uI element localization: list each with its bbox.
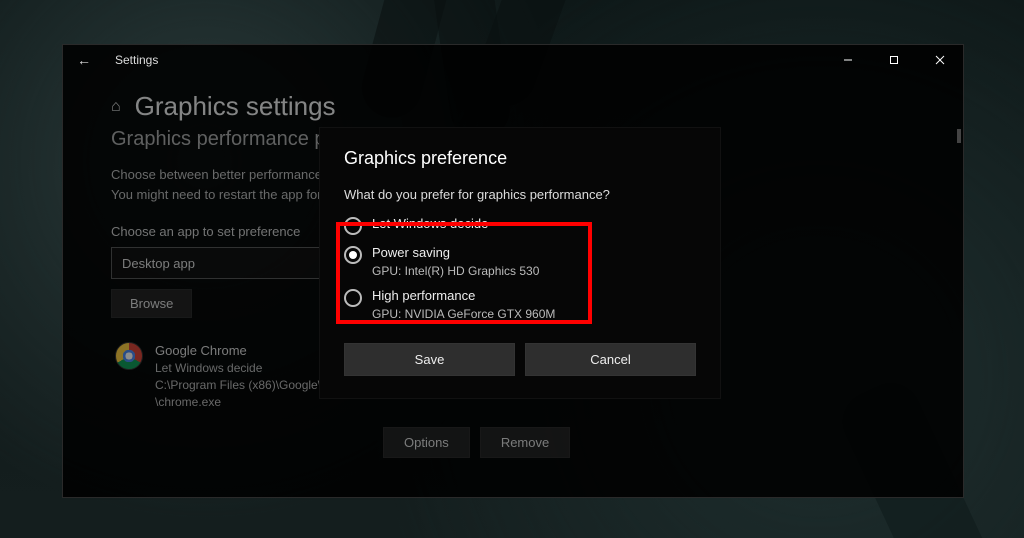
back-button[interactable]: ← [77,52,91,68]
radio-indicator [344,217,362,235]
radio-sublabel: GPU: NVIDIA GeForce GTX 960M [372,307,555,321]
browse-button[interactable]: Browse [111,289,192,318]
chrome-icon [115,342,143,370]
cancel-button[interactable]: Cancel [525,343,696,376]
app-pref: Let Windows decide [155,360,321,377]
app-path: \chrome.exe [155,394,321,411]
radio-label: Let Windows decide [372,216,488,233]
radio-sublabel: GPU: Intel(R) HD Graphics 530 [372,264,539,278]
radio-label: High performance [372,288,555,305]
window-title: Settings [115,53,158,67]
scrollbar[interactable] [957,129,961,329]
radio-let-windows-decide[interactable]: Let Windows decide [344,216,696,235]
dialog-title: Graphics preference [344,148,696,169]
select-value: Desktop app [122,256,195,271]
page-title: Graphics settings [135,91,336,122]
radio-high-performance[interactable]: High performance GPU: NVIDIA GeForce GTX… [344,288,696,321]
desc-line: Choose between better performance or [111,167,337,182]
titlebar: ← Settings [63,45,963,75]
maximize-button[interactable] [871,45,917,75]
dialog-prompt: What do you prefer for graphics performa… [344,187,696,202]
desc-line: You might need to restart the app for y [111,187,332,202]
radio-indicator [344,246,362,264]
radio-indicator [344,289,362,307]
save-button[interactable]: Save [344,343,515,376]
options-button[interactable]: Options [383,427,470,458]
app-path: C:\Program Files (x86)\Google\ [155,377,321,394]
scroll-thumb[interactable] [957,129,961,143]
minimize-button[interactable] [825,45,871,75]
radio-group: Let Windows decide Power saving GPU: Int… [344,216,696,321]
window-controls [825,45,963,75]
home-icon[interactable]: ⌂ [111,98,121,116]
radio-label: Power saving [372,245,539,262]
close-button[interactable] [917,45,963,75]
graphics-preference-dialog: Graphics preference What do you prefer f… [320,128,720,398]
radio-power-saving[interactable]: Power saving GPU: Intel(R) HD Graphics 5… [344,245,696,278]
remove-button[interactable]: Remove [480,427,570,458]
app-name: Google Chrome [155,342,321,360]
